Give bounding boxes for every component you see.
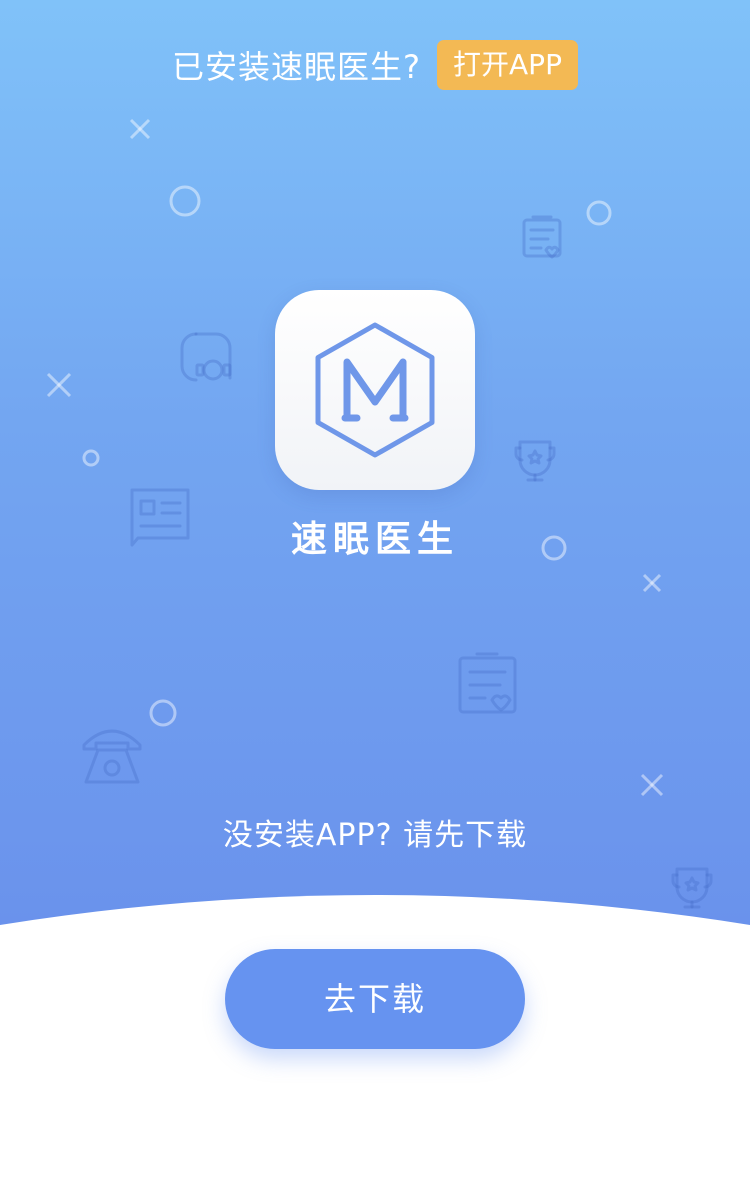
cross-icon <box>46 372 72 398</box>
circle-icon <box>149 699 177 727</box>
circle-icon <box>169 185 201 217</box>
hexagon-m-logo-icon <box>315 322 435 458</box>
app-icon <box>275 290 475 490</box>
app-name: 速眠医生 <box>290 519 459 560</box>
trophy-icon <box>514 440 556 482</box>
installed-prompt: 已安装速眠医生? <box>172 48 422 86</box>
download-prompt: 没安装APP? 请先下载 <box>222 818 528 853</box>
medical-record-icon <box>522 215 562 259</box>
top-bar: 已安装速眠医生? 打开APP <box>0 40 750 90</box>
hero-background: 已安装速眠医生? 打开APP 速眠医生 没安装APP? 请先下载 <box>0 0 750 930</box>
cross-icon <box>642 573 662 593</box>
open-app-button[interactable]: 打开APP <box>437 40 578 90</box>
telephone-icon <box>82 729 142 784</box>
cross-icon <box>640 773 664 797</box>
cross-icon <box>129 118 151 140</box>
circle-icon <box>586 200 612 226</box>
bottom-curve <box>0 895 750 940</box>
medical-record-icon <box>458 652 517 714</box>
circle-icon <box>82 449 100 467</box>
download-button[interactable]: 去下载 <box>225 949 525 1049</box>
headset-icon <box>180 332 232 382</box>
